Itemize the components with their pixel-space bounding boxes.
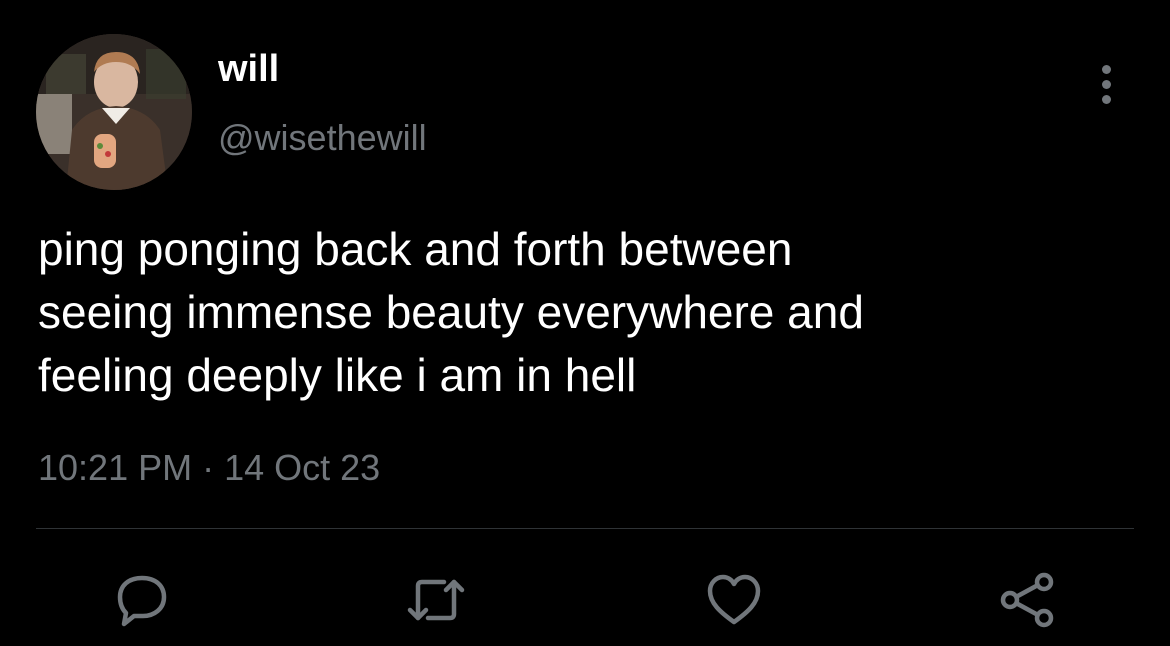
display-name[interactable]: will: [218, 46, 279, 92]
more-options-button[interactable]: [1086, 58, 1126, 110]
more-dot-icon: [1101, 79, 1111, 89]
tweet-time: 10:21 PM: [38, 447, 193, 488]
reply-button[interactable]: [110, 568, 174, 632]
share-icon: [1000, 572, 1054, 628]
heart-icon: [707, 574, 761, 625]
tweet-text: ping ponging back and forth between seei…: [38, 223, 864, 401]
avatar[interactable]: [36, 34, 192, 190]
avatar-image: [36, 34, 192, 190]
user-handle[interactable]: @wisethewill: [218, 116, 427, 160]
tweet-timestamp[interactable]: 10:21 PM · 14 Oct 23: [38, 446, 380, 490]
reply-icon: [117, 575, 167, 627]
retweet-icon: [407, 579, 465, 621]
share-button[interactable]: [996, 568, 1060, 632]
divider: [36, 528, 1134, 529]
more-dot-icon: [1101, 94, 1111, 104]
retweet-button[interactable]: [404, 568, 468, 632]
like-button[interactable]: [702, 568, 766, 632]
timestamp-separator: ·: [192, 447, 225, 488]
more-dot-icon: [1101, 64, 1111, 74]
tweet-date: 14 Oct 23: [224, 447, 381, 488]
